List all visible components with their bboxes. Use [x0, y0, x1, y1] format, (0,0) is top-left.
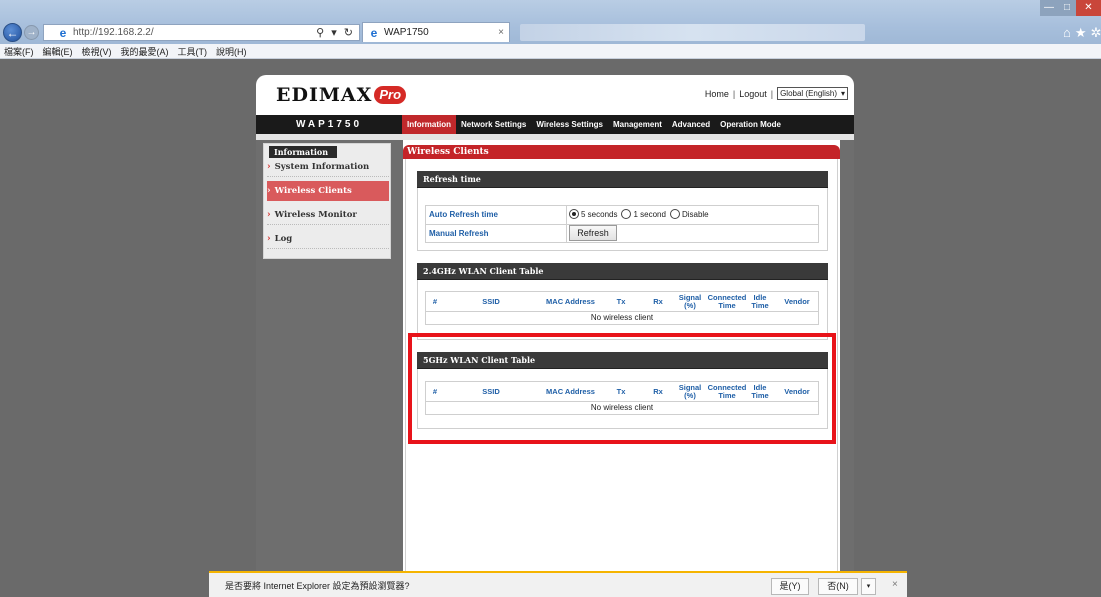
browser-titlebar: ← → e http://192.168.2.2/ ⚲ ▾ ↻ e WAP175…: [0, 0, 1101, 44]
separator: |: [770, 88, 774, 99]
table-header: # SSID MAC Address Tx Rx Signal (%) Conn…: [426, 292, 818, 312]
sidebar: Information › System Information › Wirel…: [263, 143, 391, 259]
logo-pro-badge: Pro: [374, 86, 407, 104]
auto-refresh-label: Auto Refresh time: [429, 210, 498, 219]
radio-label: 1 second: [633, 209, 666, 219]
col-header: Connected Time: [707, 293, 747, 310]
sidebar-item-log[interactable]: › Log: [267, 229, 389, 249]
menu-bar: 檔案(F) 編輯(E) 檢視(V) 我的最愛(A) 工具(T) 說明(H): [0, 44, 1101, 59]
no-button[interactable]: 否(N): [818, 578, 858, 595]
separator: |: [732, 88, 736, 99]
tab-operation-mode[interactable]: Operation Mode: [715, 115, 786, 134]
arrow-right-icon: ›: [267, 209, 271, 220]
yes-button[interactable]: 是(Y): [771, 578, 809, 595]
refresh-section-title: Refresh time: [417, 171, 828, 188]
col-header: Signal (%): [678, 293, 702, 310]
tab-title[interactable]: WAP1750: [384, 27, 498, 38]
highlight-box: [408, 333, 836, 444]
col-header: Rx: [653, 297, 663, 306]
radio-label: Disable: [681, 209, 709, 219]
close-icon[interactable]: ×: [892, 579, 898, 590]
default-browser-notification: 是否要將 Internet Explorer 設定為預設瀏覽器? 是(Y) 否(…: [209, 571, 907, 597]
refresh-table: Auto Refresh time 5 seconds 1 second Dis…: [425, 205, 819, 243]
maximize-button[interactable]: □: [1058, 0, 1076, 16]
tab-close-icon[interactable]: ×: [498, 27, 504, 38]
chevron-down-icon: ▾: [840, 89, 845, 98]
radio-label: 5 seconds: [581, 209, 618, 219]
menu-view[interactable]: 檢視(V): [82, 45, 112, 58]
sidebar-item-wireless-clients[interactable]: › Wireless Clients: [267, 181, 389, 201]
radio-5-seconds[interactable]: [569, 209, 579, 219]
notification-text: 是否要將 Internet Explorer 設定為預設瀏覽器?: [225, 581, 410, 591]
tab-management[interactable]: Management: [608, 115, 667, 134]
browser-tab[interactable]: e WAP1750 ×: [362, 22, 510, 42]
language-value: Global (English): [780, 89, 837, 98]
tab-ie-icon: e: [370, 25, 378, 40]
address-url[interactable]: http://192.168.2.2/: [73, 27, 154, 38]
manual-refresh-label: Manual Refresh: [429, 229, 489, 238]
logo-text: EDIMAX: [276, 84, 373, 106]
logout-link[interactable]: Logout: [739, 89, 767, 99]
sidebar-item-label: Log: [274, 233, 293, 244]
col-header: #: [432, 297, 438, 306]
col-header: Vendor: [784, 297, 810, 306]
home-link[interactable]: Home: [705, 89, 729, 99]
sidebar-item-wireless-monitor[interactable]: › Wireless Monitor: [267, 205, 389, 225]
tab-network-settings[interactable]: Network Settings: [456, 115, 531, 134]
edimax-logo: EDIMAX Pro: [276, 84, 407, 106]
forward-button[interactable]: →: [24, 25, 39, 40]
chevron-down-icon[interactable]: ▾: [861, 578, 876, 595]
tab-advanced[interactable]: Advanced: [667, 115, 715, 134]
search-refresh-icons[interactable]: ⚲ ▾ ↻: [316, 26, 355, 39]
tab-wireless-settings[interactable]: Wireless Settings: [531, 115, 608, 134]
minimize-button[interactable]: —: [1040, 0, 1058, 16]
page-title: Wireless Clients: [403, 145, 840, 159]
empty-message: No wireless client: [590, 313, 654, 322]
radio-1-second[interactable]: [621, 209, 632, 219]
sidebar-item-system-information[interactable]: › System Information: [267, 157, 389, 177]
auto-refresh-row: Auto Refresh time 5 seconds 1 second Dis…: [426, 206, 818, 224]
col-header: SSID: [482, 297, 500, 306]
arrow-right-icon: ›: [267, 186, 271, 196]
close-window-button[interactable]: ✕: [1076, 0, 1101, 16]
home-favorites-settings-icons[interactable]: ⌂★✲: [1063, 25, 1101, 41]
tab-information[interactable]: Information: [402, 115, 456, 134]
right-margin: [840, 140, 854, 595]
sidebar-item-label: Wireless Clients: [274, 186, 352, 196]
auto-refresh-radios: 5 seconds 1 second Disable: [569, 209, 713, 219]
client-table-24ghz: # SSID MAC Address Tx Rx Signal (%) Conn…: [425, 291, 819, 325]
blurred-tab-area: [520, 24, 865, 41]
page-header: EDIMAX Pro Home | Logout | Global (Engli…: [256, 75, 854, 115]
menu-help[interactable]: 說明(H): [216, 45, 247, 58]
radio-disable[interactable]: [669, 209, 680, 219]
model-name: WAP1750: [295, 119, 363, 130]
arrow-right-icon: ›: [267, 161, 271, 172]
window-controls: — □ ✕: [1040, 0, 1101, 16]
sidebar-item-label: System Information: [274, 161, 370, 172]
manual-refresh-row: Manual Refresh: [426, 225, 818, 243]
col-header: Tx: [616, 297, 626, 306]
sidebar-item-label: Wireless Monitor: [274, 209, 357, 220]
back-button[interactable]: ←: [3, 23, 22, 42]
address-bar[interactable]: e http://192.168.2.2/ ⚲ ▾ ↻: [43, 24, 360, 41]
arrow-right-icon: ›: [267, 233, 271, 244]
col-header: MAC Address: [546, 297, 595, 306]
language-select[interactable]: Global (English) ▾: [777, 87, 848, 100]
ie-icon: e: [59, 25, 67, 40]
refresh-button[interactable]: Refresh: [569, 225, 617, 241]
menu-tools[interactable]: 工具(T): [178, 45, 208, 58]
col-header: Idle Time: [751, 293, 769, 310]
menu-file[interactable]: 檔案(F): [4, 45, 34, 58]
main-nav: WAP1750 Information Network Settings Wir…: [256, 115, 854, 134]
header-links: Home | Logout | Global (English) ▾: [705, 87, 848, 100]
table-24-section-title: 2.4GHz WLAN Client Table: [417, 263, 828, 280]
menu-favorites[interactable]: 我的最愛(A): [121, 45, 169, 58]
menu-edit[interactable]: 編輯(E): [43, 45, 73, 58]
